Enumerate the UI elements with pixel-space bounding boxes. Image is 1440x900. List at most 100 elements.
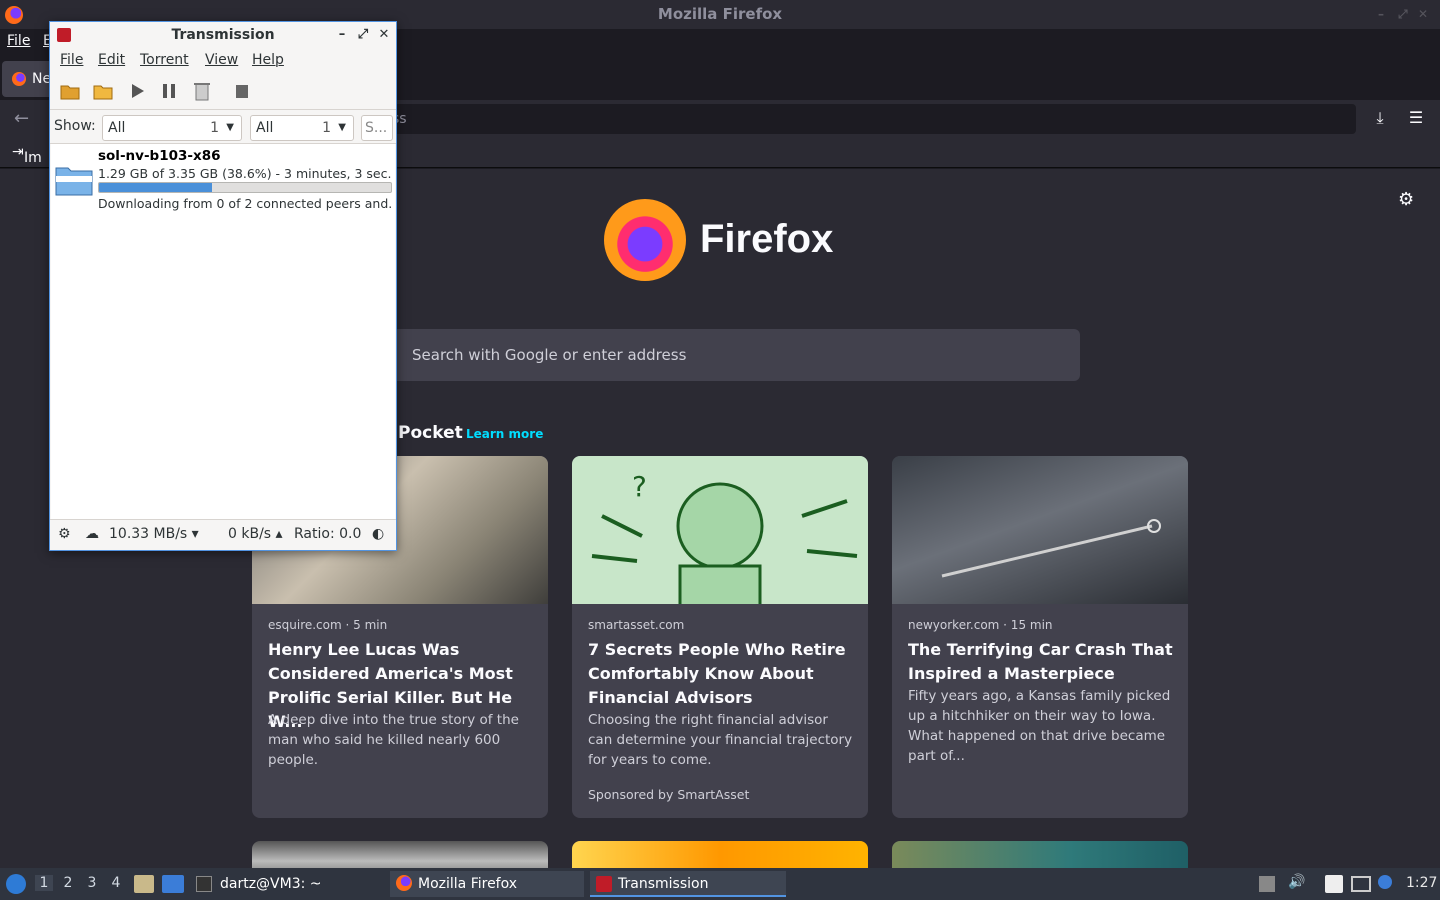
story-thumbnail: ? (572, 456, 868, 608)
trash-icon[interactable] (191, 80, 213, 102)
thinking-man-illustration: ? (591, 470, 858, 608)
taskbar-firefox-label: Mozilla Firefox (418, 876, 518, 892)
tray-updates-icon[interactable] (1259, 876, 1275, 892)
taskbar-firefox[interactable]: Mozilla Firefox (390, 871, 584, 897)
story-source: newyorker.com · 15 min (908, 618, 1053, 632)
story-card[interactable]: ? smartasset.com 7 Secrets People Who Re… (572, 456, 868, 818)
open-folder-icon[interactable] (59, 80, 81, 102)
network-icon[interactable] (1351, 876, 1371, 892)
desktop: Mozilla Firefox – ⤢ ✕ File E Ne ← ss ⤓ ☰… (0, 0, 1440, 900)
notification-icon[interactable] (1378, 875, 1392, 889)
chevron-down-icon: ▼ (338, 122, 346, 133)
folder-icon (55, 167, 93, 196)
story-card[interactable] (572, 841, 868, 868)
import-bookmarks-label: Im (24, 150, 42, 166)
chevron-down-icon: ▼ (226, 122, 234, 133)
workspace-1[interactable]: 1 (35, 875, 53, 891)
firefox-wordmark: Firefox (700, 217, 834, 261)
firefox-icon (5, 6, 23, 24)
properties-icon[interactable] (231, 80, 253, 102)
transmission-app-icon (596, 876, 612, 892)
start-menu-icon[interactable] (6, 874, 26, 894)
menu-view[interactable]: View (205, 52, 238, 68)
search-input[interactable]: S... (361, 115, 393, 141)
url-bar[interactable]: ss (380, 104, 1356, 134)
activity-filter-count: 1 (210, 120, 219, 136)
download-icon[interactable]: ⤓ (1370, 108, 1390, 128)
tracker-filter-count: 1 (322, 120, 331, 136)
workspace-4[interactable]: 4 (107, 875, 125, 891)
firefox-window-title: Mozilla Firefox (657, 5, 783, 23)
transmission-statusbar: ⚙ ☁ 10.33 MB/s ▾ 0 kB/s ▴ Ratio: 0.0 ◐ (50, 519, 396, 550)
minimize-icon[interactable]: – (334, 22, 350, 48)
story-card[interactable]: newyorker.com · 15 min The Terrifying Ca… (892, 456, 1188, 818)
torrent-progress-fill (99, 183, 212, 192)
svg-text:?: ? (632, 470, 647, 503)
story-source: esquire.com · 5 min (268, 618, 388, 632)
story-card[interactable] (892, 841, 1188, 868)
transmission-filterbar: Show: All 1 ▼ All 1 ▼ S... (50, 110, 396, 144)
back-arrow-icon[interactable]: ← (14, 108, 29, 129)
menu-edit[interactable]: Edit (98, 52, 125, 68)
sponsor-label: Sponsored by SmartAsset (588, 787, 750, 802)
menu-file[interactable]: File (7, 33, 30, 49)
minimize-icon[interactable]: – (1378, 0, 1384, 29)
menu-help[interactable]: Help (252, 52, 284, 68)
taskbar-transmission[interactable]: Transmission (590, 871, 786, 897)
gear-icon[interactable]: ⚙ (1398, 189, 1414, 210)
learn-more-link[interactable]: Learn more (466, 427, 543, 441)
story-card[interactable] (252, 841, 548, 868)
pocket-heading: Pocket (398, 423, 463, 443)
close-icon[interactable]: ✕ (1418, 0, 1428, 29)
preferences-gear-icon[interactable]: ⚙ (58, 526, 71, 542)
volume-icon[interactable]: 🔊 (1288, 874, 1305, 890)
show-desktop-icon[interactable] (162, 875, 184, 893)
story-excerpt: A deep dive into the true story of the m… (268, 712, 519, 768)
story-title: 7 Secrets People Who Retire Comfortably … (588, 640, 846, 707)
taskbar: 1 2 3 4 dartz@VM3: ~ Mozilla Firefox Tra… (0, 868, 1440, 900)
download-speed: 10.33 MB/s ▾ (109, 526, 199, 542)
torrent-progress-bar (98, 182, 392, 193)
clock[interactable]: 1:27 (1406, 875, 1437, 891)
ratio-label[interactable]: Ratio: 0.0 (294, 526, 361, 542)
search-input[interactable]: Search with Google or enter address (360, 329, 1080, 381)
ratio-icon[interactable]: ◐ (372, 526, 384, 542)
transmission-title: Transmission (171, 27, 275, 43)
firefox-logo (604, 199, 686, 281)
activity-filter-select[interactable]: All 1 ▼ (102, 115, 242, 141)
activity-filter-value: All (108, 120, 126, 136)
torrent-row[interactable]: sol-nv-b103-x86 1.29 GB of 3.35 GB (38.6… (51, 144, 395, 212)
upload-speed: 0 kB/s ▴ (228, 526, 283, 542)
torrent-progress-text: 1.29 GB of 3.35 GB (38.6%) - 3 minutes, … (98, 166, 392, 181)
menu-torrent[interactable]: Torrent (140, 52, 189, 68)
torrent-list: sol-nv-b103-x86 1.29 GB of 3.35 GB (38.6… (51, 144, 395, 519)
taskbar-terminal-label: dartz@VM3: ~ (220, 876, 322, 892)
transmission-toolbar (50, 72, 396, 110)
story-excerpt: Choosing the right financial advisor can… (588, 712, 853, 768)
tracker-filter-select[interactable]: All 1 ▼ (250, 115, 354, 141)
torrent-name: sol-nv-b103-x86 (98, 148, 221, 164)
open-url-folder-icon[interactable] (92, 80, 114, 102)
maximize-icon[interactable]: ⤢ (1398, 0, 1408, 29)
firefox-tab-icon (12, 72, 26, 86)
workspace-3[interactable]: 3 (83, 875, 101, 891)
paper-collage-illustration (941, 519, 1161, 578)
import-bookmarks-item[interactable]: ⇥ Im (12, 144, 42, 166)
taskbar-terminal[interactable]: dartz@VM3: ~ (192, 871, 386, 897)
maximize-icon[interactable]: ⤢ (355, 22, 371, 48)
menu-file[interactable]: File (60, 52, 83, 68)
workspace-2[interactable]: 2 (59, 875, 77, 891)
taskbar-transmission-label: Transmission (618, 876, 709, 892)
pause-icon[interactable] (158, 80, 180, 102)
transmission-app-icon (57, 28, 71, 42)
close-icon[interactable]: ✕ (376, 22, 392, 48)
clipboard-icon[interactable] (1325, 875, 1343, 893)
hamburger-menu-icon[interactable]: ☰ (1406, 108, 1426, 128)
play-icon[interactable] (126, 80, 148, 102)
transmission-titlebar: Transmission – ⤢ ✕ (50, 22, 396, 48)
terminal-icon (196, 876, 212, 892)
story-source: smartasset.com (588, 618, 685, 632)
show-label: Show: (54, 118, 96, 134)
file-manager-icon[interactable] (134, 875, 154, 893)
turtle-speed-icon[interactable]: ☁ (85, 526, 99, 542)
